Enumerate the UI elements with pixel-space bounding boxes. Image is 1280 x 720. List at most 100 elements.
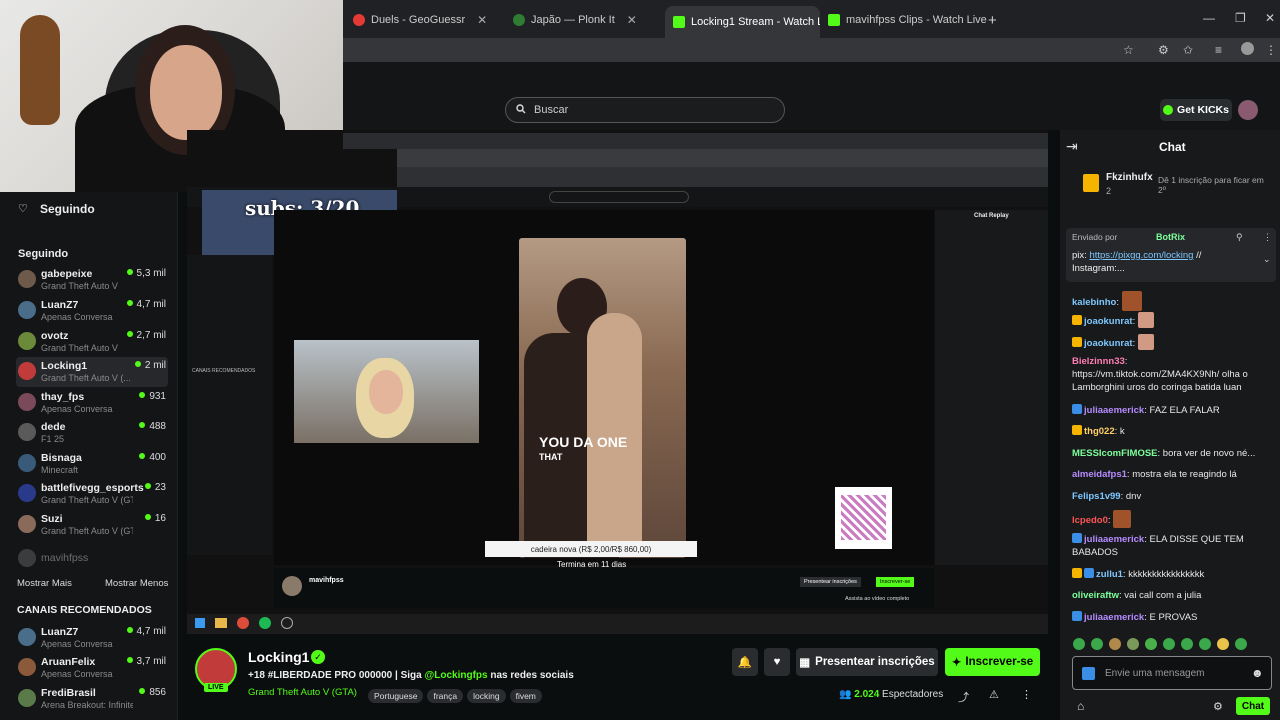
tab-mavihfpss[interactable]: mavihfpss Clips - Watch Live o... ✕ (828, 8, 988, 32)
emote-icon[interactable] (1181, 638, 1193, 650)
sidebar-item-mavihfpss-offline[interactable]: mavihfpss (16, 544, 168, 574)
sidebar-item-battlefivegg[interactable]: battlefivegg_esports Grand Theft Auto V (… (16, 479, 168, 509)
emote-icon[interactable] (1199, 638, 1211, 650)
search-icon (516, 103, 526, 117)
pinned-more-icon[interactable]: ⋮ (1263, 232, 1272, 243)
recommended-heading: CANAIS RECOMENDADOS (17, 604, 152, 616)
sidebar-item-thay-fps[interactable]: thay_fps Apenas Conversa 931 (16, 388, 168, 418)
favorites-icon[interactable]: ✩ (1183, 43, 1193, 57)
mod-badge-icon (1072, 404, 1082, 414)
sidebar-item-ovotz[interactable]: ovotz Grand Theft Auto V 2,7 mil (16, 327, 168, 357)
close-tab-icon[interactable]: ✕ (477, 13, 487, 27)
search-input[interactable]: Buscar (505, 97, 785, 123)
share-icon[interactable]: ⤴ (958, 689, 969, 705)
user-avatar[interactable] (1238, 100, 1258, 120)
minimize-icon[interactable]: — (1203, 11, 1215, 25)
chat-input-placeholder: Envie uma mensagem (1105, 667, 1205, 679)
tab-plonkit[interactable]: Japão — Plonk It ✕ (513, 8, 658, 32)
mod-badge-icon (1084, 568, 1094, 578)
gift-subs-button[interactable]: ▦ Presentear inscrições (796, 648, 938, 676)
sidebar-item-dede[interactable]: dede F1 25 488 (16, 418, 168, 448)
expand-pinned-icon[interactable]: ⌄ (1263, 254, 1271, 265)
video-text-overlay-small: THAT (539, 452, 563, 462)
video-player[interactable]: subs: 3/20 CANAIS RECOMENDADOS YOU DA ON… (187, 130, 1048, 634)
second-person (587, 313, 642, 553)
report-icon[interactable]: ⚠ (989, 688, 999, 701)
recommended-item-luanz7[interactable]: LuanZ7 Apenas Conversa 4,7 mil (16, 623, 168, 653)
sidebar-item-locking1[interactable]: Locking1 Grand Theft Auto V (... 2 mil (16, 357, 168, 387)
category-link[interactable]: Grand Theft Auto V (GTA) (248, 687, 357, 698)
new-tab-button[interactable]: + (988, 8, 997, 32)
notification-bell-icon[interactable]: 🔔 (732, 648, 758, 676)
extension-icon[interactable]: ⚙ (1158, 43, 1169, 57)
streamer-name[interactable]: Locking1 (248, 649, 309, 665)
sidebar-item-gabepeixe[interactable]: gabepeixe Grand Theft Auto V 5,3 mil (16, 265, 168, 295)
tag-locking[interactable]: locking (467, 689, 506, 703)
chat-message: kalebinho: (1072, 291, 1272, 311)
bookmark-star-icon[interactable]: ☆ (1123, 43, 1134, 57)
emote-icon[interactable] (1091, 638, 1103, 650)
chat-message: Felips1v99: dnv (1072, 491, 1142, 502)
sidebar-item-luanz7[interactable]: LuanZ7 Apenas Conversa 4,7 mil (16, 296, 168, 326)
heart-icon: ♡ (18, 203, 28, 215)
sidebar-icon[interactable]: ≡ (1215, 43, 1222, 57)
emote-icon[interactable] (1235, 638, 1247, 650)
close-tab-icon[interactable]: ✕ (627, 13, 637, 27)
follow-heart-icon[interactable]: ♥ (764, 648, 790, 676)
sidebar-item-bisnaga[interactable]: Bisnaga Minecraft 400 (16, 449, 168, 479)
profile-icon[interactable] (1241, 42, 1254, 55)
emoji-icon[interactable]: ☻ (1251, 666, 1264, 680)
tiktok-video-frame: YOU DA ONE THAT (519, 238, 686, 558)
tag-franca[interactable]: frança (427, 689, 464, 703)
emote-icon (1137, 334, 1154, 350)
settings-gear-icon[interactable]: ⚙ (1213, 700, 1223, 713)
social-handle-link[interactable]: @Lockingfps (425, 670, 488, 681)
show-less-link[interactable]: Mostrar Menos (105, 578, 168, 589)
avatar (18, 301, 36, 319)
chat-input[interactable]: Envie uma mensagem ☻ (1072, 656, 1272, 690)
restore-icon[interactable]: ❐ (1235, 11, 1246, 25)
emote-icon[interactable] (1145, 638, 1157, 650)
star-icon: ✦ (951, 657, 962, 669)
qr-code (835, 487, 892, 549)
recommended-item-fredibrasil[interactable]: FrediBrasil Arena Breakout: Infinite 856 (16, 684, 168, 714)
collapse-chat-icon[interactable]: ⇥ (1066, 138, 1078, 155)
avatar (18, 658, 36, 676)
more-options-icon[interactable]: ⋮ (1021, 688, 1032, 701)
tab-geoguessr[interactable]: Duels - GeoGuessr ✕ (353, 8, 503, 32)
recommended-item-aruanfelix[interactable]: AruanFelix Apenas Conversa 3,7 mil (16, 653, 168, 683)
browser-tab-bar: Duels - GeoGuessr ✕ Japão — Plonk It ✕ L… (343, 0, 1280, 38)
nested-chat-replay (935, 210, 1048, 565)
chat-message: zullu1: kkkkkkkkkkkkkkkk (1072, 568, 1272, 581)
tag-fivem[interactable]: fivem (509, 689, 542, 703)
show-more-link[interactable]: Mostrar Mais (17, 578, 72, 589)
pin-icon[interactable]: ⚲ (1236, 232, 1243, 243)
menu-icon[interactable]: ⋮ (1265, 43, 1277, 57)
search-placeholder: Buscar (534, 104, 569, 116)
video-text-overlay: YOU DA ONE (539, 434, 628, 450)
get-kicks-button[interactable]: Get KICKs (1160, 99, 1232, 121)
avatar (18, 628, 36, 646)
emote-icon[interactable] (1163, 638, 1175, 650)
mod-badge-icon (1082, 667, 1095, 680)
sub-badge-icon (1072, 568, 1082, 578)
tag-portuguese[interactable]: Portuguese (368, 689, 424, 703)
gift-shop-icon[interactable]: ⌂ (1077, 699, 1084, 713)
emote-icon[interactable] (1127, 638, 1139, 650)
emote-icon[interactable] (1073, 638, 1085, 650)
app-icon (281, 617, 293, 629)
tab-locking1[interactable]: Locking1 Stream - Watch Li... ✕ (665, 6, 820, 38)
sidebar-item-suzi[interactable]: SuziGrand Theft Auto V (GTA)16 (16, 510, 168, 540)
close-window-icon[interactable]: ✕ (1265, 11, 1275, 25)
emote-icon[interactable] (1217, 638, 1229, 650)
chat-message: juliaaemerick: ELA DISSE QUE TEM BABADOS (1072, 533, 1244, 558)
emote-icon (1121, 291, 1142, 311)
chat-message: joaokunrat: (1072, 334, 1272, 350)
emote-icon[interactable] (1109, 638, 1121, 650)
following-heading: Seguindo (18, 248, 69, 260)
subscribe-button[interactable]: ✦ Inscrever-se (945, 648, 1040, 676)
pix-link[interactable]: https://pixgg.com/locking (1089, 250, 1193, 261)
mod-badge-icon (1072, 611, 1082, 621)
send-chat-button[interactable]: Chat (1236, 697, 1270, 715)
nested-stream-info (274, 568, 934, 608)
